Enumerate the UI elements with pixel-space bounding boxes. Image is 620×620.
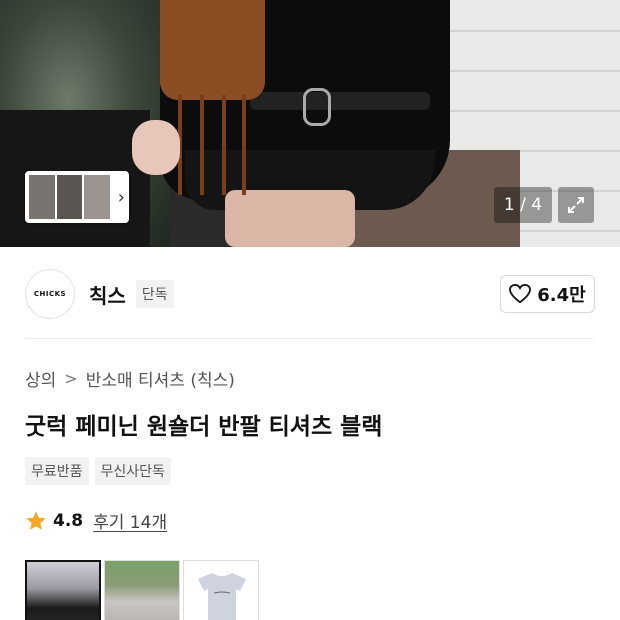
rating: 4.8 후기 14개 (25, 508, 167, 533)
brand-name[interactable]: 칙스 (89, 280, 126, 309)
expand-icon[interactable] (558, 187, 594, 223)
star-icon (26, 510, 46, 530)
chevron-right-icon: > (64, 369, 78, 388)
variant-thumbnails (25, 560, 262, 620)
breadcrumb: 상의 > 반소매 티셔츠 (칙스) (25, 366, 235, 391)
chevron-right-icon[interactable]: › (118, 187, 125, 208)
like-count: 6.4만 (537, 285, 586, 306)
model-belt (250, 92, 430, 110)
variant-thumbnail-2[interactable] (104, 560, 180, 620)
image-thumbnail-strip[interactable]: › (25, 171, 129, 223)
breadcrumb-category[interactable]: 상의 (25, 366, 56, 391)
heart-icon (509, 284, 532, 304)
brand-row: CHICKS 칙스 단독 6.4만 (25, 268, 595, 320)
brand-logo[interactable]: CHICKS (25, 269, 75, 319)
thumbnail-1[interactable] (29, 175, 55, 219)
belt-buckle (303, 88, 331, 126)
product-tags: 무료반품 무신사단독 (25, 457, 177, 485)
variant-thumbnail-3[interactable] (183, 560, 259, 620)
fringe-bag (160, 0, 265, 100)
reviews-link[interactable]: 후기 14개 (93, 508, 167, 533)
bag-fringe (242, 95, 246, 195)
thumbnail-3[interactable] (84, 175, 110, 219)
image-pager: 1 / 4 (494, 187, 552, 223)
exclusive-badge: 단독 (135, 280, 174, 308)
like-button[interactable]: 6.4만 (500, 275, 595, 313)
model-hand (132, 120, 180, 175)
product-title: 굿럭 페미닌 원숄더 반팔 티셔츠 블랙 (25, 414, 383, 440)
bag-fringe (200, 95, 204, 195)
product-image-carousel[interactable]: › 1 / 4 (0, 0, 620, 247)
model-leg (225, 190, 355, 247)
bag-fringe (222, 95, 226, 195)
tag-exclusive: 무신사단독 (94, 457, 171, 485)
variant-thumbnail-1[interactable] (25, 560, 101, 620)
rating-score: 4.8 (53, 510, 84, 531)
thumbnail-2[interactable] (56, 175, 83, 219)
breadcrumb-subcategory[interactable]: 반소매 티셔츠 (칙스) (86, 366, 235, 391)
divider (25, 338, 595, 339)
tag-free-return: 무료반품 (25, 457, 89, 485)
